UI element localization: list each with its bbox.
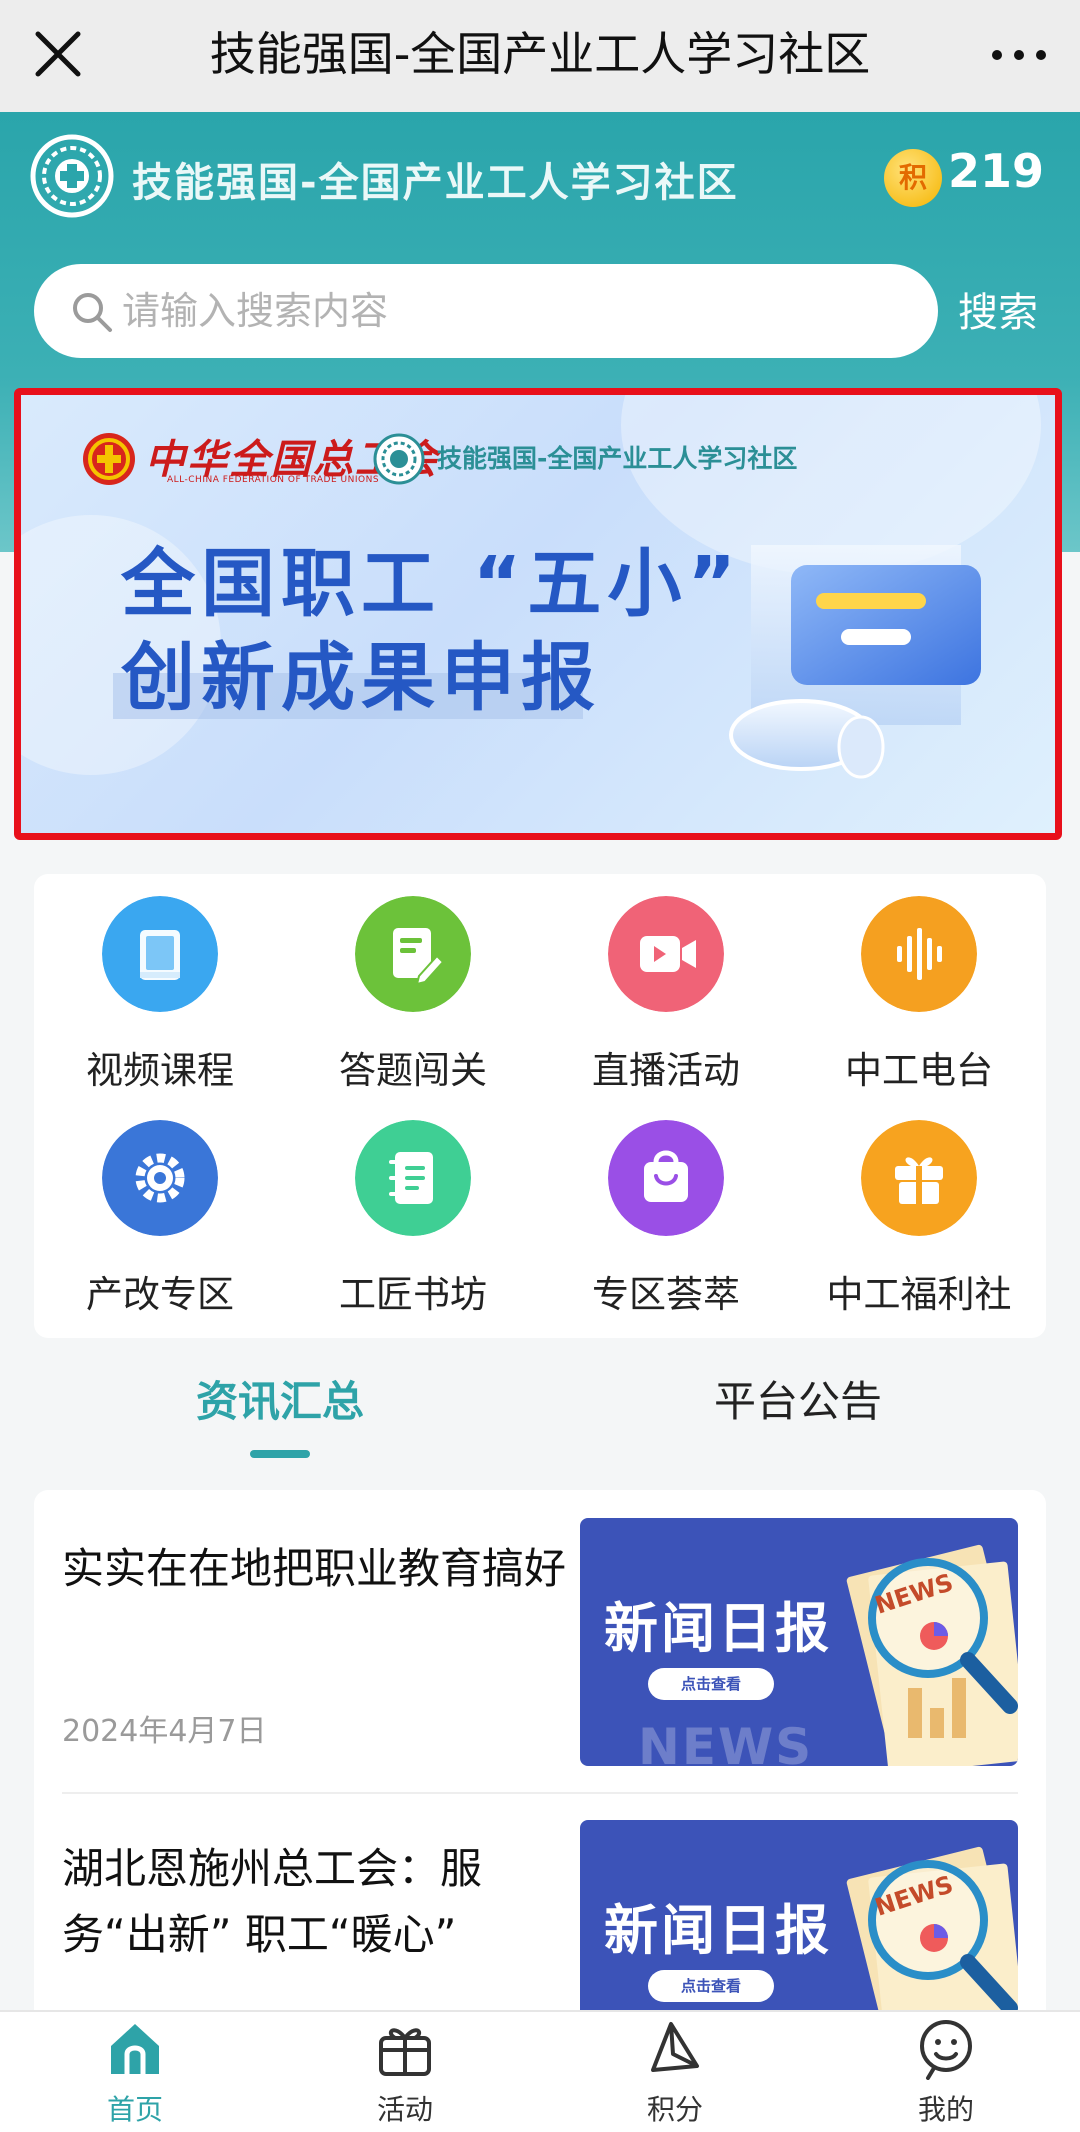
search-button[interactable]: 搜索 bbox=[958, 280, 1038, 338]
menu-item-welfare[interactable]: 中工福利社 bbox=[799, 1120, 1039, 1318]
window-title: 技能强国-全国产业工人学习社区 bbox=[209, 27, 871, 81]
home-icon bbox=[111, 2024, 159, 2074]
tab-announcements[interactable]: 平台公告 bbox=[714, 1368, 882, 1429]
menu-label-craftsman-books: 工匠书坊 bbox=[339, 1273, 487, 1316]
menu-item-craftsman-books[interactable]: 工匠书坊 bbox=[293, 1120, 533, 1318]
news-title: 湖北恩施州总工会：服务“出新” 职工“暖心” bbox=[62, 1844, 483, 1959]
video-icon bbox=[608, 896, 724, 1012]
newspaper-magnifier-icon bbox=[846, 1544, 1018, 1766]
menu-item-special-zone[interactable]: 专区荟萃 bbox=[546, 1120, 786, 1318]
close-icon[interactable] bbox=[30, 26, 86, 82]
search-input[interactable] bbox=[122, 270, 902, 352]
news-thumbnail: 新闻日报 点击查看 NEWS NEWS bbox=[580, 1518, 1018, 1766]
nav-item-activities[interactable]: 活动 bbox=[325, 2016, 485, 2128]
gift-box-icon bbox=[379, 2028, 431, 2076]
menu-label-special-zone: 专区荟萃 bbox=[592, 1273, 740, 1316]
notebook-icon bbox=[355, 1120, 471, 1236]
menu-label-quiz: 答题闯关 bbox=[339, 1049, 487, 1092]
gift-icon bbox=[861, 1120, 977, 1236]
acftu-english-name: ALL-CHINA FEDERATION OF TRADE UNIONS bbox=[167, 475, 380, 485]
app-logo-icon bbox=[30, 134, 114, 218]
banner-headline: 全国职工 “五小” 创新成果申报 bbox=[121, 537, 742, 725]
thumbnail-watermark: NEWS bbox=[638, 1718, 814, 1766]
points-coin-icon[interactable]: 积 bbox=[884, 149, 942, 207]
paper-plane-icon bbox=[651, 2022, 699, 2072]
banner-headline-line2: 创新成果申报 bbox=[121, 635, 601, 721]
menu-item-live-events[interactable]: 直播活动 bbox=[546, 896, 786, 1094]
menu-item-radio[interactable]: 中工电台 bbox=[799, 896, 1039, 1094]
active-tab-indicator bbox=[250, 1450, 310, 1458]
nav-item-points[interactable]: 积分 bbox=[595, 2016, 755, 2128]
document-scroll-illustration bbox=[729, 545, 981, 779]
thumbnail-title: 新闻日报 bbox=[604, 1597, 832, 1660]
acftu-emblem-icon bbox=[83, 433, 135, 485]
nav-label-points: 积分 bbox=[646, 2093, 703, 2126]
audio-wave-icon bbox=[861, 896, 977, 1012]
news-title: 实实在在地把职业教育搞好 bbox=[62, 1544, 567, 1593]
nav-label-activities: 活动 bbox=[376, 2093, 433, 2126]
banner-app-name: 技能强国-全国产业工人学习社区 bbox=[437, 444, 798, 473]
gear-icon bbox=[102, 1120, 218, 1236]
menu-label-reform-zone: 产改专区 bbox=[86, 1273, 234, 1316]
thumbnail-view-button: 点击查看 bbox=[648, 1668, 774, 1700]
promo-banner[interactable]: 中华全国总工会 ALL-CHINA FEDERATION OF TRADE UN… bbox=[14, 388, 1062, 840]
news-divider bbox=[62, 1792, 1018, 1794]
news-date: 2024年4月7日 bbox=[62, 1714, 267, 1749]
title-bar: 技能强国-全国产业工人学习社区 bbox=[0, 0, 1080, 112]
nav-item-profile[interactable]: 我的 bbox=[866, 2016, 1026, 2128]
news-item[interactable]: 实实在在地把职业教育搞好 2024年4月7日 新闻日报 点击查看 NEWS NE… bbox=[34, 1510, 1046, 1780]
menu-item-reform-zone[interactable]: 产改专区 bbox=[40, 1120, 280, 1318]
menu-label-radio: 中工电台 bbox=[845, 1049, 993, 1092]
news-item[interactable]: 湖北恩施州总工会：服务“出新” 职工“暖心” 新闻日报 点击查看 NEWS bbox=[34, 1812, 1046, 2068]
menu-item-quiz[interactable]: 答题闯关 bbox=[293, 896, 533, 1094]
profile-icon bbox=[920, 2020, 972, 2080]
shopping-bag-icon bbox=[608, 1120, 724, 1236]
nav-label-profile: 我的 bbox=[917, 2093, 974, 2126]
nav-item-home[interactable]: 首页 bbox=[55, 2016, 215, 2128]
thumbnail-title: 新闻日报 bbox=[604, 1899, 832, 1962]
search-icon bbox=[73, 293, 112, 332]
menu-item-video-courses[interactable]: 视频课程 bbox=[40, 896, 280, 1094]
tab-news-summary[interactable]: 资讯汇总 bbox=[196, 1368, 364, 1429]
menu-label-welfare: 中工福利社 bbox=[826, 1273, 1012, 1316]
book-icon bbox=[102, 896, 218, 1012]
menu-label-video-courses: 视频课程 bbox=[86, 1049, 234, 1092]
points-value[interactable]: 219 bbox=[948, 144, 1044, 198]
quiz-icon bbox=[355, 896, 471, 1012]
menu-label-live-events: 直播活动 bbox=[592, 1049, 740, 1092]
banner-app-logo-icon bbox=[373, 433, 425, 485]
nav-label-home: 首页 bbox=[106, 2093, 163, 2126]
banner-headline-line1: 全国职工 “五小” bbox=[121, 541, 743, 627]
thumbnail-view-button: 点击查看 bbox=[648, 1970, 774, 2002]
app-name: 技能强国-全国产业工人学习社区 bbox=[132, 160, 739, 206]
more-icon[interactable] bbox=[984, 30, 1054, 80]
